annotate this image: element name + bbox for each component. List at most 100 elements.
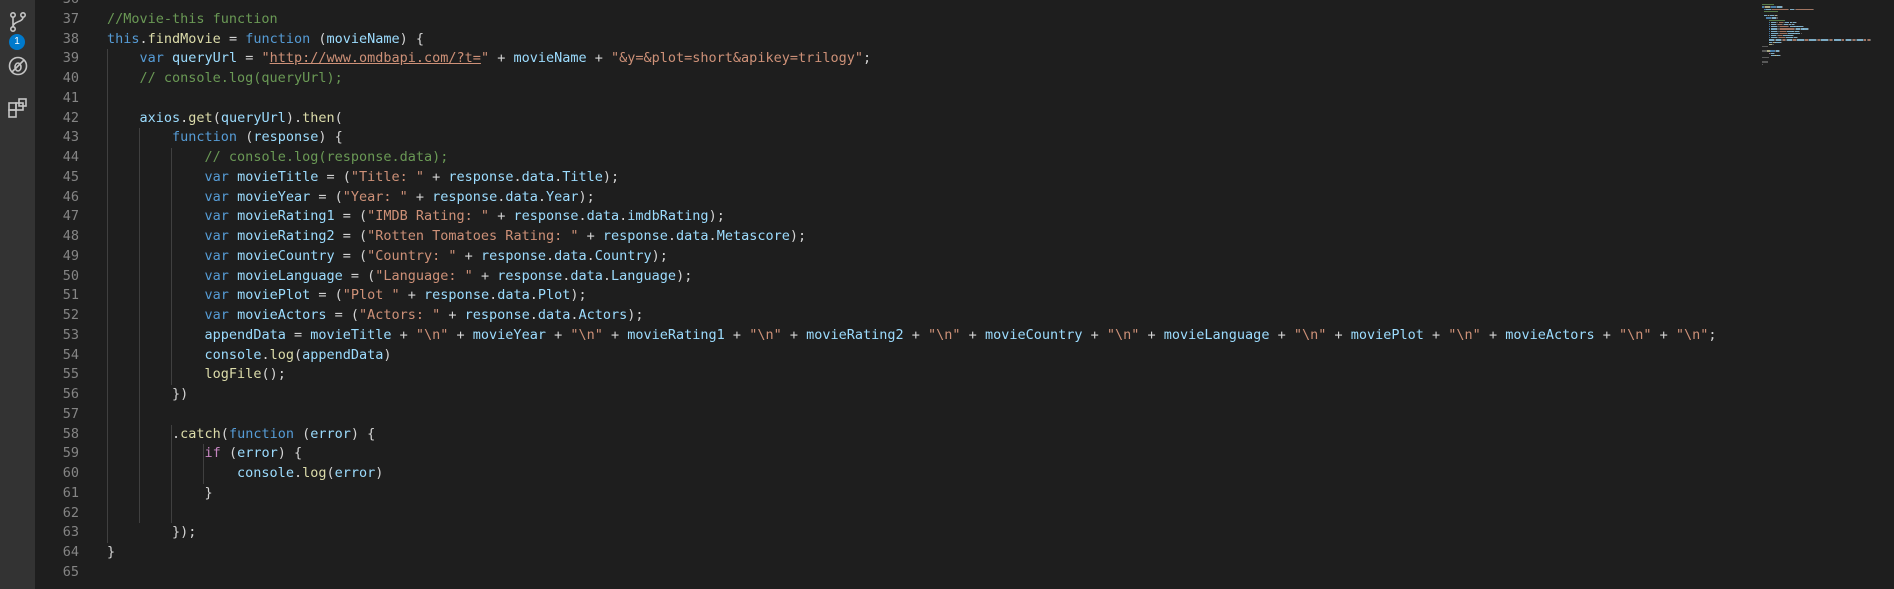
code-token: = bbox=[220, 30, 246, 47]
minimap-token bbox=[1813, 8, 1815, 10]
code-token: + bbox=[399, 287, 425, 304]
line-number: 48 bbox=[62, 228, 79, 244]
code-token: findMovie bbox=[147, 30, 221, 47]
code-line[interactable]: // console.log(queryUrl); bbox=[107, 69, 343, 89]
code-token: ) bbox=[383, 346, 392, 363]
code-token: Year bbox=[546, 188, 579, 205]
indent-guide bbox=[203, 444, 204, 484]
code-token: "Language: " bbox=[375, 267, 473, 284]
minimap-token bbox=[1796, 8, 1814, 10]
code-token: . bbox=[107, 425, 181, 442]
code-token: movieName bbox=[326, 30, 400, 47]
code-token: var bbox=[204, 208, 229, 225]
code-line[interactable]: appendData = movieTitle + "\n" + movieYe… bbox=[107, 326, 1717, 346]
code-token: "\n" bbox=[570, 326, 603, 343]
code-line[interactable]: console.log(error) bbox=[107, 464, 383, 484]
minimap-token bbox=[1762, 4, 1774, 6]
code-line[interactable]: }) bbox=[107, 385, 188, 405]
code-line[interactable]: // console.log(response.data); bbox=[107, 148, 449, 168]
code-token: var bbox=[204, 267, 229, 284]
code-line[interactable]: //Movie-this function bbox=[107, 10, 278, 30]
code-token: ( bbox=[293, 346, 303, 363]
code-line[interactable]: logFile(); bbox=[107, 365, 286, 385]
code-token: . bbox=[293, 465, 303, 481]
extensions-icon[interactable] bbox=[0, 92, 35, 124]
code-editor[interactable]: //Movie-this function this.findMovie = fu… bbox=[95, 0, 1760, 589]
code-token: ); bbox=[570, 287, 587, 304]
minimap-token bbox=[1777, 15, 1779, 17]
code-line[interactable]: var movieRating1 = ("IMDB Rating: " + re… bbox=[107, 207, 725, 227]
code-token: + bbox=[724, 326, 750, 343]
line-number: 47 bbox=[62, 208, 79, 225]
minimap-token bbox=[1779, 28, 1794, 30]
code-token: + bbox=[1269, 326, 1294, 343]
code-line[interactable]: var queryUrl = "http://www.omdbapi.com/?… bbox=[107, 49, 872, 69]
code-token: ( bbox=[334, 109, 343, 126]
code-token: ) { bbox=[350, 425, 376, 442]
code-line[interactable]: }); bbox=[107, 523, 196, 543]
minimap-token bbox=[1793, 24, 1795, 26]
code-token: movieRating2 bbox=[237, 228, 335, 244]
minimap-token bbox=[1762, 63, 1763, 65]
code-line[interactable]: var movieCountry = ("Country: " + respon… bbox=[107, 247, 668, 267]
source-control-icon[interactable]: 1 bbox=[0, 6, 35, 50]
line-number: 55 bbox=[62, 366, 79, 383]
line-number: 57 bbox=[62, 405, 79, 422]
code-line[interactable]: axios.get(queryUrl).then( bbox=[107, 109, 343, 129]
minimap-token bbox=[1833, 39, 1841, 41]
code-token: . bbox=[261, 346, 270, 363]
source-control-badge: 1 bbox=[9, 34, 25, 50]
code-line[interactable]: var movieLanguage = ("Language: " + resp… bbox=[107, 267, 693, 287]
code-token: catch bbox=[180, 425, 221, 442]
code-token: response bbox=[602, 228, 668, 244]
code-token: "&y=&plot=short&apikey=trilogy" bbox=[611, 50, 863, 67]
code-token: function bbox=[228, 425, 294, 442]
code-line[interactable]: function (response) { bbox=[107, 128, 343, 148]
code-token: "\n" bbox=[1675, 326, 1709, 343]
minimap-token bbox=[1779, 26, 1788, 28]
code-line[interactable]: var movieRating2 = ("Rotten Tomatoes Rat… bbox=[107, 227, 807, 247]
code-token: " bbox=[261, 50, 270, 67]
line-number: 56 bbox=[62, 386, 79, 402]
code-token: ( bbox=[220, 445, 238, 462]
code-token: "Rotten Tomatoes Rating: " bbox=[367, 228, 579, 244]
code-token: movieYear bbox=[472, 326, 546, 343]
code-token: = bbox=[285, 326, 311, 343]
code-token: + bbox=[1139, 326, 1164, 343]
line-number: 61 bbox=[62, 484, 79, 501]
code-token: response bbox=[480, 247, 546, 264]
code-token: ; bbox=[862, 50, 872, 67]
code-token: response bbox=[464, 307, 530, 323]
minimap-token bbox=[1795, 21, 1797, 24]
code-token: + bbox=[407, 188, 433, 205]
code-token: . bbox=[489, 287, 498, 304]
code-line[interactable]: this.findMovie = function (movieName) { bbox=[107, 30, 424, 50]
code-line[interactable]: } bbox=[107, 484, 213, 504]
code-line[interactable]: var movieYear = ("Year: " + response.dat… bbox=[107, 188, 595, 208]
code-line[interactable]: var movieActors = ("Actors: " + response… bbox=[107, 306, 644, 326]
code-line[interactable]: if (error) { bbox=[107, 444, 303, 464]
code-line[interactable]: console.log(appendData) bbox=[107, 346, 392, 366]
code-token: movieTitle bbox=[237, 168, 319, 185]
code-line[interactable]: } bbox=[107, 543, 115, 563]
vertical-scrollbar[interactable] bbox=[1880, 0, 1894, 589]
code-line[interactable]: var moviePlot = ("Plot " + response.data… bbox=[107, 286, 587, 306]
code-line[interactable]: .catch(function (error) { bbox=[107, 425, 375, 445]
code-token: ( bbox=[212, 109, 221, 126]
indent-guide bbox=[171, 148, 172, 385]
code-line[interactable]: var movieTitle = ("Title: " + response.d… bbox=[107, 168, 620, 188]
minimap-token bbox=[1797, 37, 1799, 39]
code-token: . bbox=[537, 188, 546, 205]
code-token: // console.log(response.data); bbox=[204, 149, 449, 165]
code-token: movieLanguage bbox=[1163, 326, 1270, 343]
code-token: axios bbox=[139, 109, 181, 126]
minimap-token bbox=[1870, 39, 1872, 41]
minimap[interactable] bbox=[1760, 0, 1880, 589]
code-token: + bbox=[1651, 326, 1676, 343]
code-token: get bbox=[188, 109, 213, 126]
minimap-token bbox=[1793, 35, 1795, 37]
debug-icon[interactable] bbox=[0, 50, 35, 82]
code-token: ); bbox=[676, 267, 693, 284]
